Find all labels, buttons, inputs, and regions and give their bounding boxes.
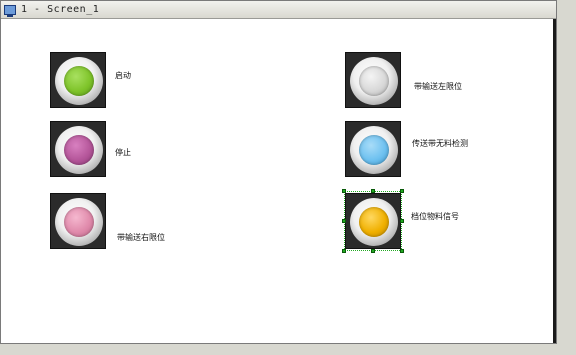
indicator-label-belt-left-limit: 带输送左限位 (414, 82, 462, 91)
indicator-label-belt-right-limit: 带输送右限位 (117, 233, 165, 242)
indicator-lamp-stop[interactable] (50, 121, 106, 177)
lamp-light (64, 135, 94, 165)
lamp-light (359, 66, 389, 96)
resize-handle-top-right[interactable] (400, 189, 404, 193)
indicator-label-positioning-signal: 档位物料信号 (411, 212, 459, 221)
lamp-bezel (350, 126, 398, 174)
indicator-lamp-belt-right-limit[interactable] (50, 193, 106, 249)
title-bar[interactable]: 1 - Screen_1 (1, 1, 556, 19)
indicator-label-stop: 停止 (115, 148, 131, 157)
indicator-lamp-belt-no-material[interactable] (345, 121, 401, 177)
resize-handle-top[interactable] (371, 189, 375, 193)
resize-handle-bottom[interactable] (371, 249, 375, 253)
lamp-bezel (55, 57, 103, 105)
indicator-label-belt-no-material: 传送带无料检测 (412, 139, 468, 148)
screen-canvas[interactable]: 启动 停止 带输送右限位 带输送左限位 传送带无料检测 档位物料信号 (1, 19, 556, 343)
resize-handle-right[interactable] (400, 219, 404, 223)
resize-handle-top-left[interactable] (342, 189, 346, 193)
resize-handle-bottom-right[interactable] (400, 249, 404, 253)
resize-handle-left[interactable] (342, 219, 346, 223)
indicator-lamp-belt-left-limit[interactable] (345, 52, 401, 108)
screen-icon (4, 4, 16, 17)
selection-outline (344, 191, 402, 251)
window-title: 1 - Screen_1 (21, 4, 100, 15)
lamp-bezel (55, 126, 103, 174)
lamp-light (64, 66, 94, 96)
indicator-lamp-start[interactable] (50, 52, 106, 108)
lamp-light (64, 207, 94, 237)
resize-handle-bottom-left[interactable] (342, 249, 346, 253)
screen-window: 1 - Screen_1 启动 停止 带输送右限位 带输送左限位 传送带无料检测… (0, 0, 557, 344)
lamp-bezel (55, 198, 103, 246)
lamp-light (359, 135, 389, 165)
indicator-label-start: 启动 (115, 71, 131, 80)
lamp-bezel (350, 57, 398, 105)
window-right-border (553, 19, 556, 343)
